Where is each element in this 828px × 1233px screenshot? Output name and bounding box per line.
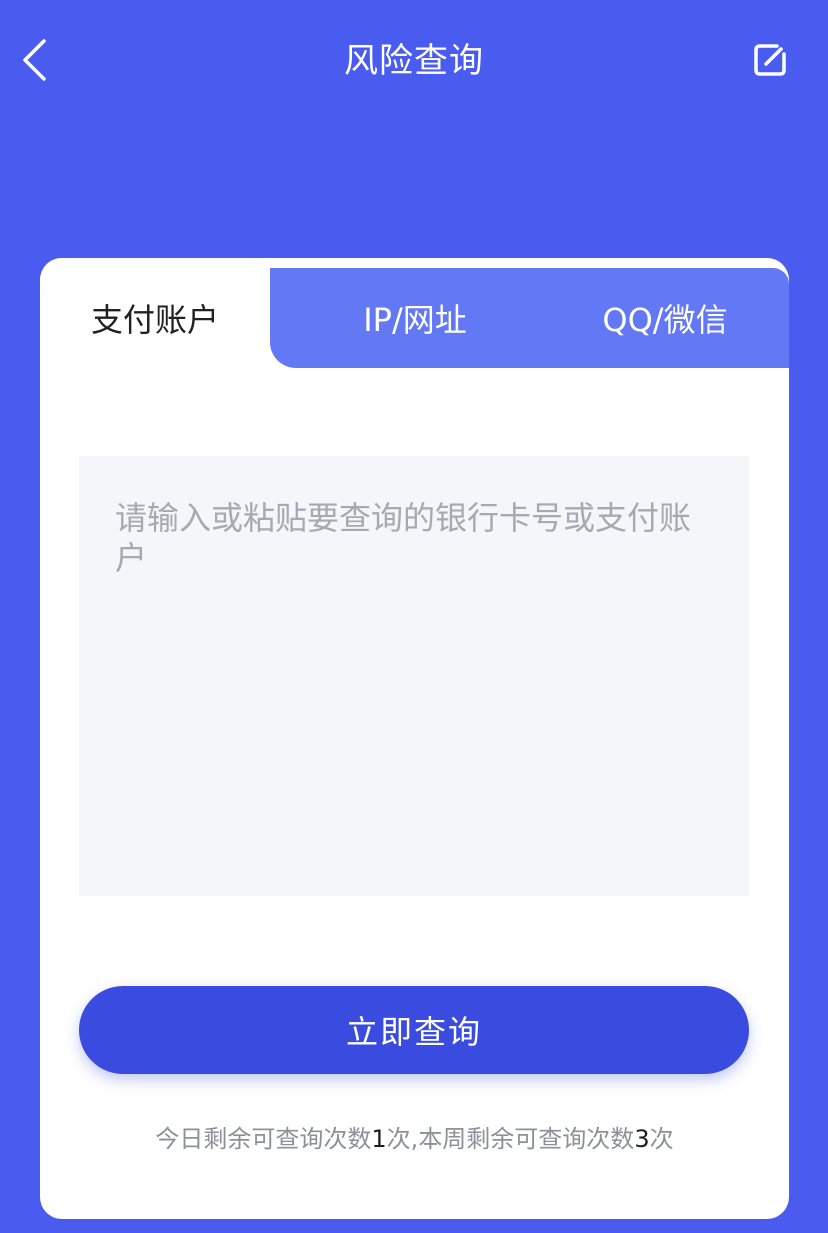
daily-quota-suffix: 次,: [386, 1125, 419, 1153]
page-title: 风险查询: [344, 41, 484, 81]
query-button[interactable]: 立即查询: [79, 986, 749, 1074]
daily-quota-count: 1: [371, 1125, 387, 1153]
tab-corner: [270, 340, 300, 368]
query-card: 支付账户 IP/网址 QQ/微信 立即查询 今日剩余可查询次数1次,本周剩余可查…: [40, 258, 789, 1219]
edit-icon: [750, 40, 790, 84]
weekly-quota-label: 本周剩余可查询次数: [418, 1125, 635, 1153]
tab-ip-url[interactable]: IP/网址: [300, 278, 530, 358]
weekly-quota-suffix: 次: [649, 1125, 674, 1153]
remaining-quota: 今日剩余可查询次数1次,本周剩余可查询次数3次: [40, 1122, 789, 1156]
tab-qq-wechat[interactable]: QQ/微信: [550, 278, 780, 358]
account-input[interactable]: [79, 456, 749, 896]
tab-payment-account[interactable]: 支付账户: [40, 278, 270, 358]
top-bar: 风险查询: [0, 0, 828, 125]
weekly-quota-count: 3: [634, 1125, 650, 1153]
edit-button[interactable]: [746, 38, 794, 86]
daily-quota-label: 今日剩余可查询次数: [155, 1125, 372, 1153]
